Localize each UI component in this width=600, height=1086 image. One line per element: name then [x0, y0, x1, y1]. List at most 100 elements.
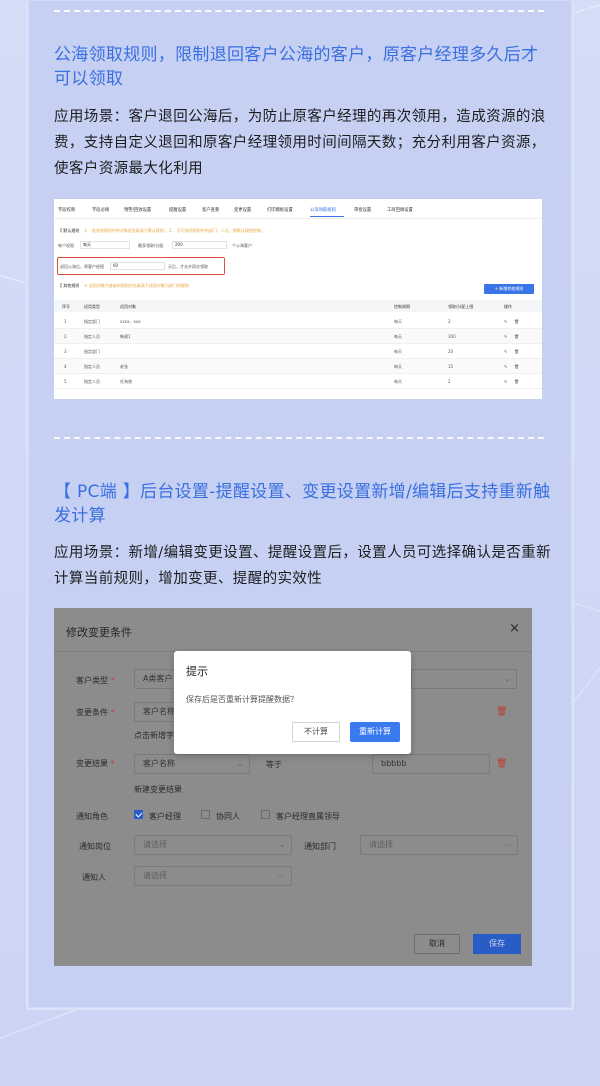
edit-icon[interactable]: ✎ [504, 379, 507, 384]
delete-icon[interactable]: 🗑 [514, 364, 519, 369]
tab-duplicate-check[interactable]: 客户查重 [202, 207, 219, 213]
tab-field-permission[interactable]: 字段权限 [58, 207, 75, 213]
cell-type: 指定人员 [84, 379, 100, 384]
section2-description: 应用场景：新增/编辑变更设置、提醒设置后，设置人员可选择确认是否重新计算当前规则… [54, 545, 551, 587]
notify-person-select[interactable]: 请选择 ⋯ [134, 866, 292, 886]
col-period: 控制周期 [394, 304, 410, 309]
change-result-field-select[interactable]: 客户名称 ⌄ [134, 754, 250, 774]
notify-post-label: 通知岗位 [79, 842, 111, 851]
change-condition-field-value: 客户名称 [143, 707, 175, 716]
col-type: 适用类型 [84, 304, 100, 309]
tab-reminder[interactable]: 提醒设置 [169, 207, 186, 213]
section2-title: 【 PC端 】后台设置-提醒设置、变更设置新增/编辑后支持重新触发计算 [54, 482, 551, 526]
other-rule-title: 【 其他规则 [58, 283, 80, 288]
chevron-down-icon: ⌄ [279, 841, 285, 849]
edit-icon[interactable]: ✎ [504, 319, 507, 324]
cell-type: 指定人员 [84, 334, 100, 339]
role-checkbox-collaborator[interactable] [201, 810, 210, 819]
modal-header: 修改变更条件 × [54, 608, 532, 652]
notify-dept-label: 通知部门 [304, 842, 336, 851]
tab-warning-recycle[interactable]: 预警/回收设置 [124, 207, 151, 213]
screenshot-edit-change-condition: 修改变更条件 × 客户类型 * A类客户 ⌄ 变更条件 * 客户名称 🗑 点击新… [54, 608, 532, 966]
section1-title: 公海领取规则，限制退回客户公海的客户，原客户经理多久后才可以领取 [54, 45, 539, 89]
cell-index: 3 [64, 349, 67, 354]
cell-target: 老张 [120, 364, 128, 369]
cell-period: 每天 [394, 349, 402, 354]
active-tab-underline [310, 216, 344, 217]
tab-change-settings[interactable]: 变更设置 [234, 207, 251, 213]
modal-title: 修改变更条件 [66, 626, 132, 639]
delete-icon[interactable]: 🗑 [496, 759, 507, 769]
recalculate-button[interactable]: 重新计算 [350, 722, 400, 742]
add-condition-link[interactable]: 点击新增字 [134, 730, 174, 741]
tab-print-template[interactable]: 打印模板设置 [267, 207, 293, 213]
cell-index: 4 [64, 364, 67, 369]
add-other-rule-button[interactable]: + 新增其他规则 [484, 284, 534, 294]
period-select[interactable]: 每天 [80, 241, 130, 249]
customer-type-value: A类客户 [143, 674, 173, 683]
default-rule-hint: 1、 若其他规则中的对象优先级高于默认规则。 2、 不可其他规则中的部门、人员，… [84, 228, 265, 233]
customer-type-label: 客户类型 * [76, 676, 115, 685]
role-label-manager: 客户经理 [149, 812, 181, 821]
cell-type: 指定人员 [84, 364, 100, 369]
cancel-button[interactable]: 取消 [414, 934, 460, 954]
cell-index: 2 [64, 334, 67, 339]
edit-icon[interactable]: ✎ [504, 349, 507, 354]
other-rule-hint: ① 适用对象为各级的规则优先级高于适用对象为部门的规则 [84, 283, 189, 288]
change-result-value-input[interactable]: bbbbb [372, 754, 490, 774]
screenshot-public-pool-rules: 字段权限 字段必填 预警/回收设置 提醒设置 客户查重 变更设置 打印模板设置 … [54, 199, 542, 399]
default-rule-title: 【 默认规则 [58, 228, 80, 233]
save-button[interactable]: 保存 [473, 934, 521, 954]
delete-icon[interactable]: 🗑 [514, 319, 519, 324]
cell-index: 5 [64, 379, 67, 384]
change-result-label: 变更结果 * [76, 759, 115, 768]
delete-icon[interactable]: 🗑 [514, 349, 519, 354]
tab-business-fill[interactable]: 工商回填设置 [387, 207, 413, 213]
table-row: 3 指定部门 每天 20 ✎ 🗑 [54, 344, 542, 359]
chevron-down-icon: ⌄ [504, 675, 510, 683]
limit-input[interactable]: 200 [172, 241, 227, 249]
ellipsis-icon: ⋯ [278, 872, 285, 880]
ellipsis-icon: ⋯ [504, 841, 511, 849]
cell-limit: 100 [448, 334, 456, 339]
role-checkbox-manager[interactable] [134, 810, 143, 819]
notify-post-select[interactable]: 请选择 ⌄ [134, 835, 292, 855]
close-icon[interactable]: × [509, 621, 520, 636]
tab-field-required[interactable]: 字段必填 [92, 207, 109, 213]
delete-icon[interactable]: 🗑 [514, 334, 519, 339]
days-input[interactable]: 60 [110, 262, 165, 270]
customer-type-select-right[interactable]: ⌄ [411, 669, 517, 689]
confirm-dialog: 提示 保存后是否重新计算提醒数据？ 不计算 重新计算 [174, 651, 411, 754]
chevron-down-icon: ⌄ [237, 760, 243, 768]
no-recalculate-button[interactable]: 不计算 [292, 722, 340, 742]
delete-icon[interactable]: 🗑 [514, 379, 519, 384]
cell-period: 每天 [394, 334, 402, 339]
cell-period: 每天 [394, 364, 402, 369]
notify-dept-select[interactable]: 请选择 ⋯ [360, 835, 518, 855]
cell-target: xxxx、xxx [120, 319, 141, 324]
row2-label: 退回公海后，原客户经理 [60, 264, 104, 269]
notify-person-placeholder: 请选择 [143, 871, 167, 880]
tab-public-pool-rules[interactable]: 公海领取规则 [310, 207, 336, 213]
section1-description: 应用场景：客户退回公海后，为防止原客户经理的再次领用，造成资源的浪费，支持自定义… [54, 109, 546, 177]
table-header: 序号 适用类型 适用对象 控制周期 领取/分配上限 操作 [54, 300, 542, 312]
notify-post-placeholder: 请选择 [143, 840, 167, 849]
edit-icon[interactable]: ✎ [504, 334, 507, 339]
col-target: 适用对象 [120, 304, 136, 309]
add-result-link[interactable]: 新建变更结果 [134, 784, 182, 795]
equals-label: 等于 [266, 760, 282, 769]
tab-approval[interactable]: 审批设置 [354, 207, 371, 213]
cell-limit: 15 [448, 364, 454, 369]
delete-icon[interactable]: 🗑 [496, 707, 507, 717]
dialog-message: 保存后是否重新计算提醒数据？ [186, 695, 298, 704]
notify-person-label: 通知人 [82, 873, 106, 882]
row1-label: 每个权限 [58, 243, 74, 248]
role-checkbox-direct-leader[interactable] [261, 810, 270, 819]
role-label-direct-leader: 客户经理直属领导 [276, 812, 340, 821]
row1-suffix: 个公海客户 [232, 243, 252, 248]
change-result-value: bbbbb [381, 759, 407, 768]
col-limit: 领取/分配上限 [448, 304, 474, 309]
edit-icon[interactable]: ✎ [504, 364, 507, 369]
cell-limit: 2 [448, 319, 451, 324]
table-row: 1 指定部门 xxxx、xxx 每天 2 ✎ 🗑 [54, 314, 542, 329]
